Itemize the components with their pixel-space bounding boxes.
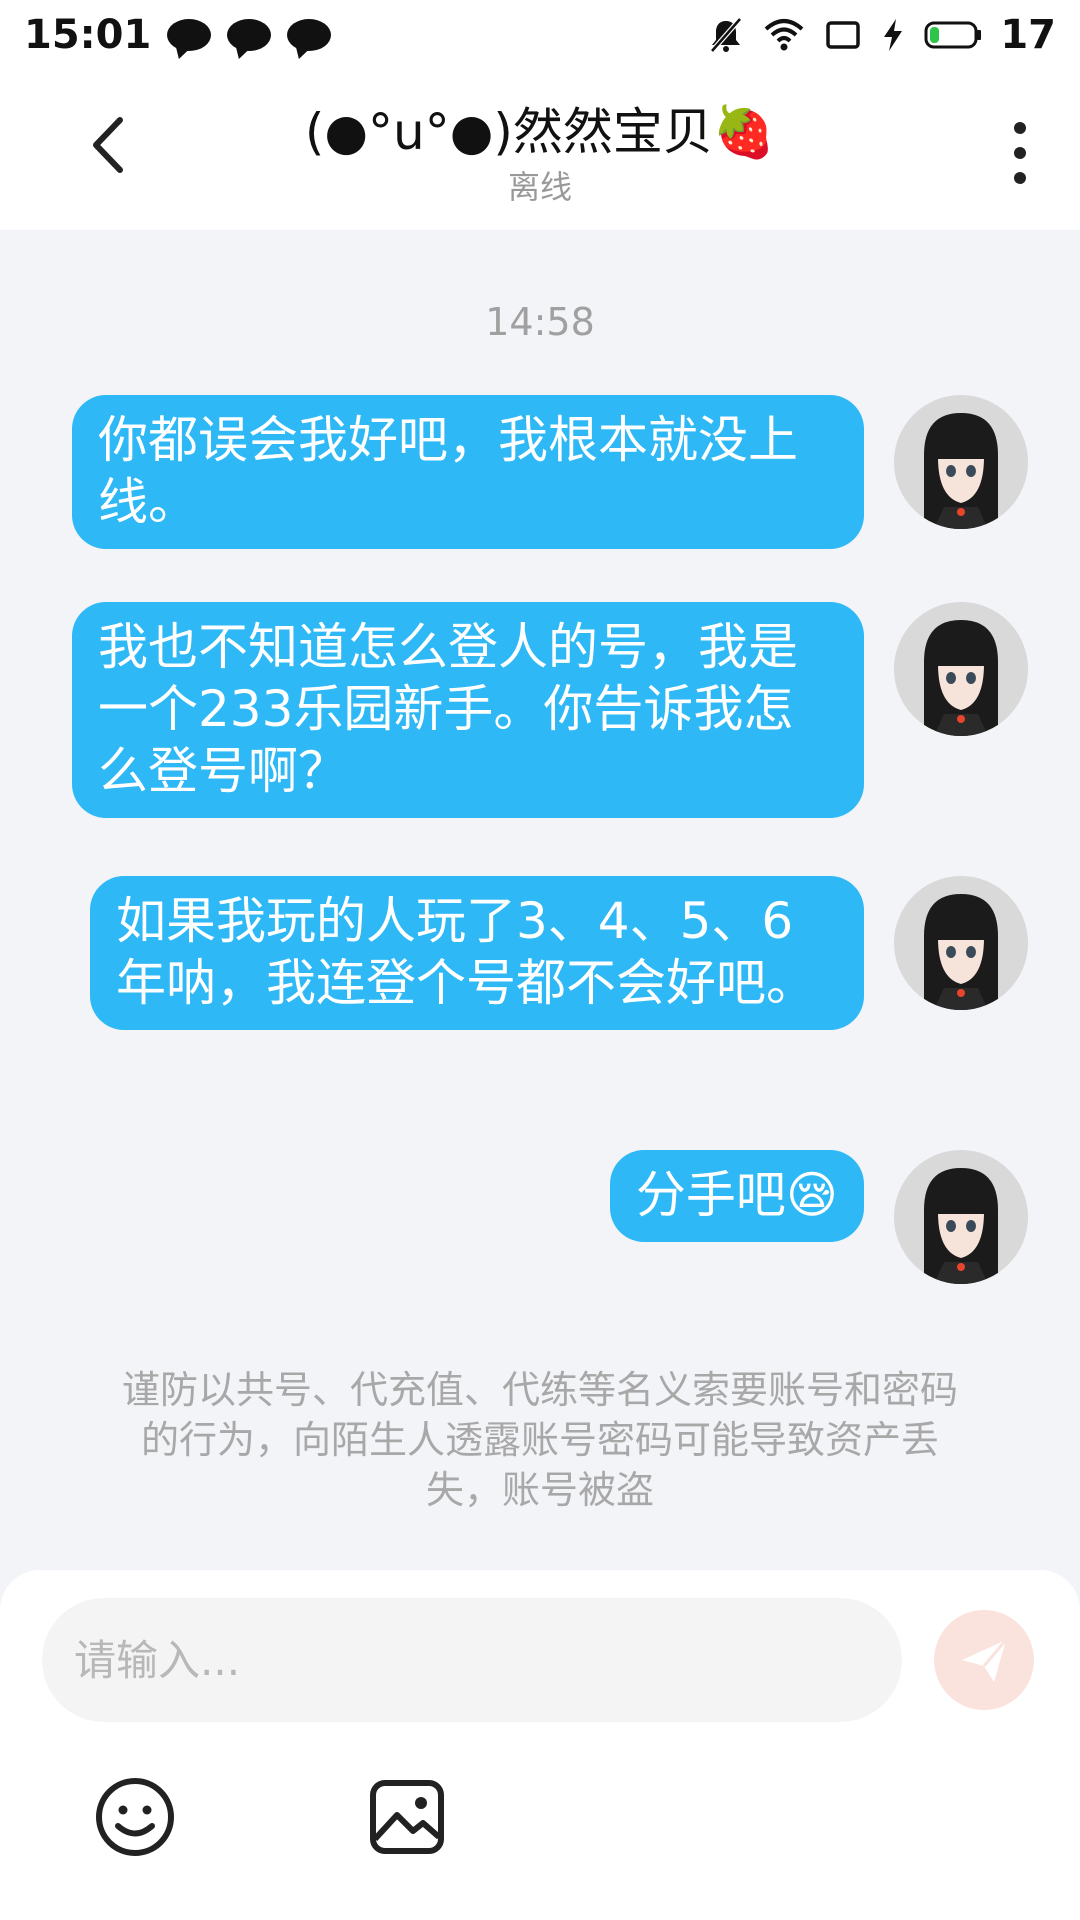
dot bbox=[1014, 122, 1026, 134]
status-bar: 15:01 17 bbox=[0, 0, 1080, 70]
message-row: 分手吧😪 bbox=[609, 1150, 1028, 1284]
contact-name: (●°u°●)然然宝贝🍓 bbox=[304, 103, 776, 161]
emoji-icon[interactable] bbox=[93, 1775, 177, 1859]
message-input[interactable] bbox=[42, 1598, 902, 1722]
message-row: 我也不知道怎么登人的号，我是一个233乐园新手。你告诉我怎么登号啊？ bbox=[72, 602, 1028, 818]
message-row: 如果我玩的人玩了3、4、5、6年呐，我连登个号都不会好吧。 bbox=[90, 876, 1028, 1030]
battery-icon bbox=[924, 21, 982, 49]
mute-icon bbox=[710, 17, 743, 53]
rotate-icon bbox=[826, 21, 861, 49]
message-bubble[interactable]: 你都误会我好吧，我根本就没上线。 bbox=[72, 395, 864, 549]
message-bubble[interactable]: 分手吧😪 bbox=[609, 1150, 864, 1242]
message-icon bbox=[227, 19, 272, 51]
avatar[interactable] bbox=[894, 395, 1028, 529]
chat-header: (●°u°●)然然宝贝🍓 离线 bbox=[0, 70, 1080, 230]
wifi-icon bbox=[765, 19, 804, 51]
avatar[interactable] bbox=[894, 876, 1028, 1010]
avatar[interactable] bbox=[894, 1150, 1028, 1284]
input-panel bbox=[0, 1570, 1080, 1920]
status-left: 15:01 bbox=[24, 12, 332, 58]
message-row: 你都误会我好吧，我根本就没上线。 bbox=[72, 395, 1028, 549]
battery-level: 17 bbox=[1000, 12, 1056, 58]
message-bubble[interactable]: 我也不知道怎么登人的号，我是一个233乐园新手。你告诉我怎么登号啊？ bbox=[72, 602, 864, 818]
message-icon bbox=[167, 19, 212, 51]
send-button[interactable] bbox=[934, 1610, 1034, 1710]
charging-icon bbox=[884, 19, 903, 51]
avatar[interactable] bbox=[894, 602, 1028, 736]
more-vertical-icon[interactable] bbox=[1000, 118, 1040, 188]
dot bbox=[1014, 147, 1026, 159]
dot bbox=[1014, 172, 1026, 184]
image-icon[interactable] bbox=[365, 1775, 449, 1859]
message-icon bbox=[287, 19, 332, 51]
status-time: 15:01 bbox=[24, 12, 152, 58]
message-bubble[interactable]: 如果我玩的人玩了3、4、5、6年呐，我连登个号都不会好吧。 bbox=[90, 876, 864, 1030]
safety-notice: 谨防以共号、代充值、代练等名义索要账号和密码的行为，向陌生人透露账号密码可能导致… bbox=[121, 1368, 958, 1512]
send-icon bbox=[962, 1639, 1008, 1682]
online-status: 离线 bbox=[507, 168, 572, 206]
status-right: 17 bbox=[706, 12, 1056, 58]
chat-timestamp: 14:58 bbox=[485, 300, 595, 344]
